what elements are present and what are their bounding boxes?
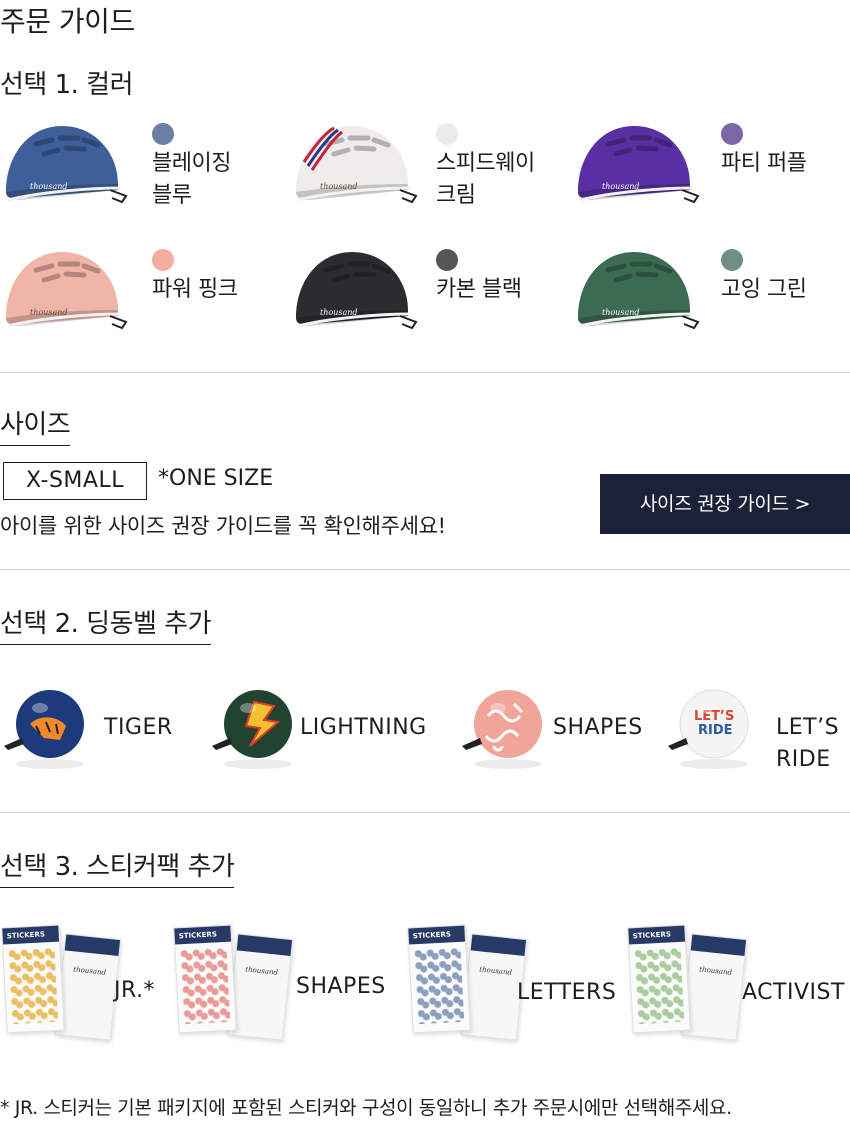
sticker-option[interactable]: thousand STICKERS SHAPES	[172, 920, 392, 1050]
sticker-name: SHAPES	[296, 974, 386, 999]
helmet-brand-text: thousand	[30, 182, 67, 191]
bell-name-line1: LET’S	[776, 715, 840, 740]
sticker-pack-back: thousand	[226, 933, 294, 1041]
pack-sticker-art	[180, 947, 231, 1025]
color-option[interactable]: thousand 파워 핑크	[0, 244, 270, 354]
bell-name-line1: LIGHTNING	[300, 715, 427, 740]
pack-title-text: STICKERS	[2, 925, 60, 945]
color-name-line1: 고잉 그린	[721, 277, 807, 302]
bell-name: TIGER	[104, 712, 173, 744]
color-name: 스피드웨이크림	[436, 148, 535, 212]
color-name: 블레이징블루	[152, 148, 231, 212]
pack-sticker-art	[414, 947, 465, 1025]
helmet-image: thousand	[578, 126, 700, 204]
pack-brand-text: thousand	[72, 965, 107, 977]
sticker-option[interactable]: thousand STICKERS LETTERS	[406, 920, 626, 1050]
helmet-brand-text: thousand	[30, 308, 67, 317]
color-name-line1: 블레이징	[152, 151, 231, 176]
helmet-image: thousand	[6, 252, 128, 330]
color-option[interactable]: thousand 고잉 그린	[572, 244, 842, 354]
divider	[0, 812, 850, 813]
color-swatch[interactable]	[436, 249, 458, 271]
helmet-brand-text: thousand	[602, 308, 639, 317]
sticker-name: LETTERS	[517, 980, 617, 1005]
pack-header	[470, 934, 527, 957]
bell-option[interactable]: SHAPES	[458, 676, 658, 786]
color-swatch[interactable]	[721, 123, 743, 145]
sticker-pack-front: STICKERS	[407, 924, 471, 1034]
bell-name: SHAPES	[553, 712, 643, 744]
helmet-brand-text: thousand	[602, 182, 639, 191]
color-name: 파티 퍼플	[721, 148, 807, 180]
color-swatch[interactable]	[152, 123, 174, 145]
divider	[0, 569, 850, 570]
bell-image	[4, 690, 84, 769]
bell-name: LET’S RIDE	[776, 712, 839, 776]
color-option[interactable]: thousand 블레이징블루	[0, 118, 270, 228]
pack-brand-text: thousand	[244, 965, 279, 977]
helmet-image: thousand	[6, 126, 128, 204]
sticker-pack-front: STICKERS	[627, 924, 691, 1034]
pack-brand-text: thousand	[478, 965, 513, 977]
sticker-pack-back: thousand	[54, 933, 122, 1041]
helmet-image: thousand	[578, 252, 700, 330]
pack-header	[690, 934, 747, 957]
size-guide-button[interactable]: 사이즈 권장 가이드 >	[600, 474, 850, 534]
color-swatch[interactable]	[152, 249, 174, 271]
color-option[interactable]: thousand 스피드웨이크림	[290, 118, 560, 228]
helmet-brand-text: thousand	[320, 308, 357, 317]
divider	[0, 372, 850, 373]
sticker-section-title: 선택 3. 스티커팩 추가	[0, 846, 235, 888]
size-option-xsmall[interactable]: X-SMALL	[3, 462, 147, 500]
bell-image: LET’SRIDE	[668, 689, 749, 769]
color-option[interactable]: thousand 파티 퍼플	[572, 118, 842, 228]
helmet-image: thousand	[296, 126, 418, 204]
bell-name-line1: SHAPES	[553, 715, 643, 740]
sticker-name: ACTIVIST	[742, 980, 845, 1005]
size-description: 아이를 위한 사이즈 권장 가이드를 꼭 확인해주세요!	[0, 514, 446, 538]
pack-header	[64, 934, 121, 957]
pack-sticker-art	[8, 947, 59, 1025]
color-name: 파워 핑크	[152, 274, 238, 306]
color-swatch[interactable]	[436, 123, 458, 145]
size-section-title: 사이즈	[0, 404, 71, 446]
color-name-line1: 파워 핑크	[152, 277, 238, 302]
bell-option[interactable]: TIGER	[0, 676, 200, 786]
sticker-pack-front: STICKERS	[1, 924, 65, 1034]
color-section-title: 선택 1. 컬러	[0, 70, 134, 100]
color-name: 카본 블랙	[436, 274, 522, 306]
color-option[interactable]: thousand 카본 블랙	[290, 244, 560, 354]
color-swatch[interactable]	[721, 249, 743, 271]
bell-name-line2: RIDE	[776, 747, 831, 772]
pack-header	[236, 934, 293, 957]
bell-option[interactable]: LET’S RIDE LET’S RIDE	[664, 676, 850, 786]
svg-text:RIDE: RIDE	[698, 723, 733, 738]
sticker-option[interactable]: thousand STICKERS ACTIVIST	[626, 920, 846, 1050]
bell-option[interactable]: LIGHTNING	[208, 676, 426, 786]
sticker-pack-back: thousand	[680, 933, 748, 1041]
color-name-line1: 스피드웨이	[436, 151, 535, 176]
bell-section-title: 선택 2. 딩동벨 추가	[0, 603, 212, 645]
bell-image	[462, 690, 542, 769]
helmet-brand-text: thousand	[320, 182, 357, 191]
helmet-image: thousand	[296, 252, 418, 330]
pack-brand-text: thousand	[698, 965, 733, 977]
bell-name-line1: TIGER	[104, 715, 173, 740]
color-name-line2: 크림	[436, 183, 476, 208]
sticker-pack-front: STICKERS	[173, 924, 237, 1034]
sticker-name: JR.*	[114, 978, 155, 1003]
page-title: 주문 가이드	[0, 5, 135, 38]
color-name-line1: 카본 블랙	[436, 277, 522, 302]
pack-title-text: STICKERS	[408, 925, 466, 945]
pack-title-text: STICKERS	[174, 925, 232, 945]
color-name-line1: 파티 퍼플	[721, 151, 807, 176]
pack-title-text: STICKERS	[628, 925, 686, 945]
bell-image	[212, 690, 292, 769]
footnote: * JR. 스티커는 기본 패키지에 포함된 스티커와 구성이 동일하니 추가 …	[0, 1097, 732, 1119]
color-name: 고잉 그린	[721, 274, 807, 306]
color-name-line2: 블루	[152, 183, 192, 208]
pack-sticker-art	[634, 947, 685, 1025]
size-note: *ONE SIZE	[158, 466, 274, 491]
bell-name: LIGHTNING	[300, 712, 427, 744]
